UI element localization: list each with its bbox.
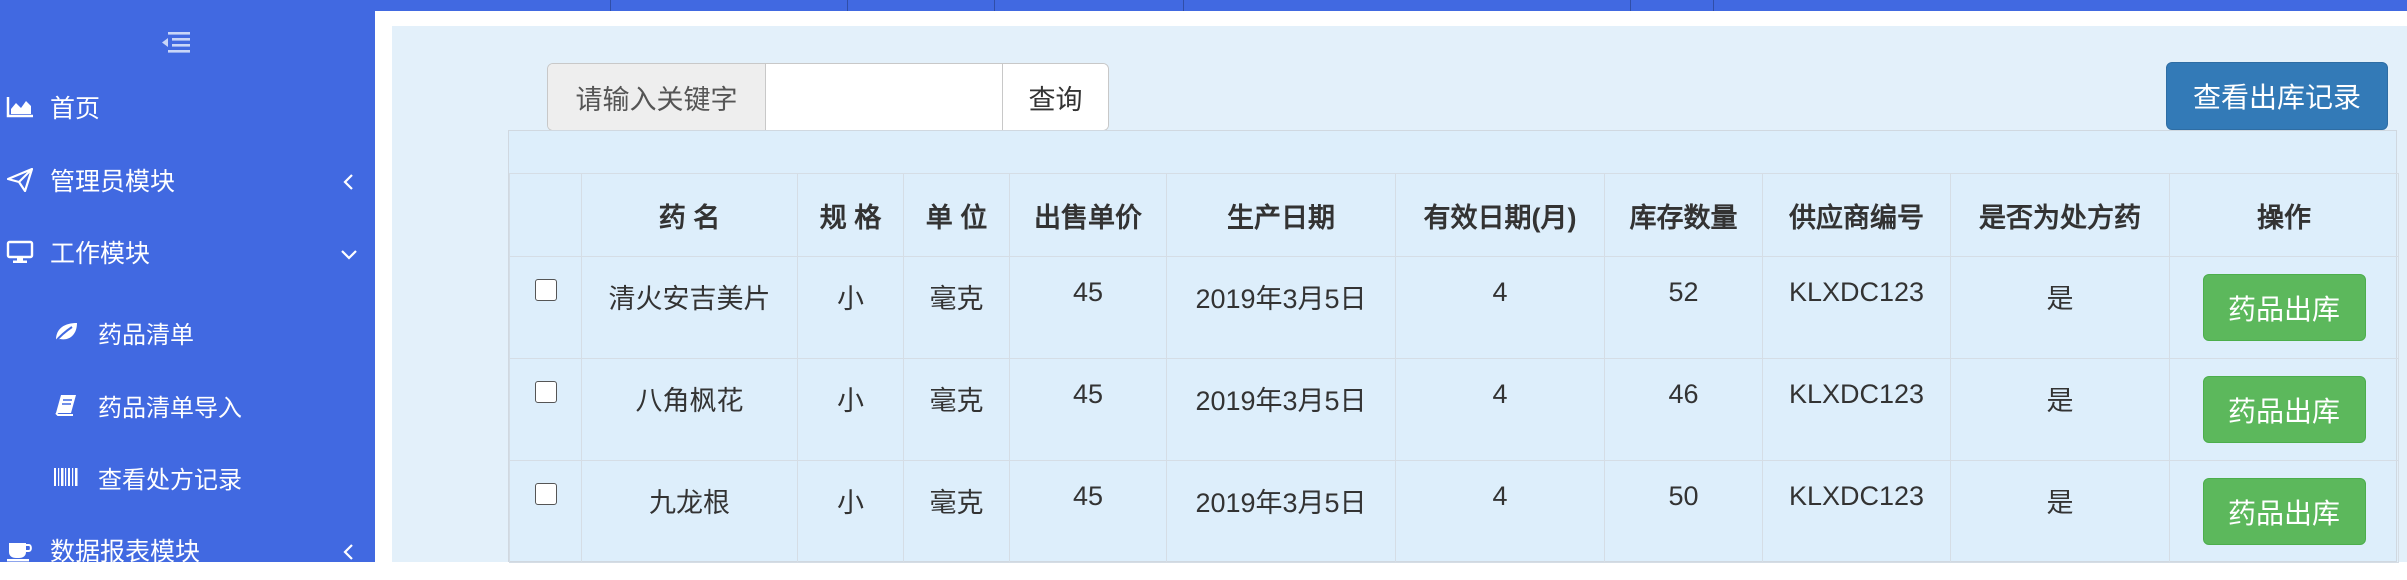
row-checkbox[interactable] — [534, 483, 557, 505]
sidebar-subitem-label: 药品清单 — [98, 321, 194, 349]
column-header: 操作 — [2169, 173, 2399, 257]
search-label: 请输入关键字 — [548, 64, 766, 130]
price-cell: 45 — [1009, 460, 1167, 563]
table-row: 九龙根 小 毫克 45 2019年3月5日 4 50 KLXDC123 是 药品… — [509, 460, 2399, 563]
drug-name-cell: 九龙根 — [581, 460, 798, 563]
view-outbound-records-button[interactable]: 查看出库记录 — [2166, 62, 2388, 130]
valid-months-cell: 4 — [1395, 256, 1605, 359]
column-header: 单 位 — [903, 173, 1010, 257]
drug-outbound-button[interactable]: 药品出库 — [2202, 478, 2366, 545]
drug-table-panel: 药 名 规 格 单 位 出售单价 生产日期 有效日期(月) 库存数量 供应商编号… — [508, 130, 2399, 563]
sidebar-item-reports[interactable]: 数据报表模块 — [0, 520, 375, 580]
column-header: 库存数量 — [1604, 173, 1763, 257]
drug-name-cell: 清火安吉美片 — [581, 256, 798, 359]
column-header: 生产日期 — [1166, 173, 1396, 257]
row-checkbox[interactable] — [534, 381, 557, 403]
column-header: 是否为处方药 — [1950, 173, 2170, 257]
price-cell: 45 — [1009, 358, 1167, 461]
prescription-cell: 是 — [1950, 256, 2170, 359]
sidebar-item-label: 数据报表模块 — [50, 538, 201, 566]
sidebar-subitem-drug-import[interactable]: 药品清单导入 — [0, 375, 375, 435]
spec-cell: 小 — [797, 460, 904, 563]
production-date-cell: 2019年3月5日 — [1166, 358, 1396, 461]
search-group: 请输入关键字 查询 — [547, 63, 1109, 131]
column-header: 药 名 — [581, 173, 798, 257]
table-row: 清火安吉美片 小 毫克 45 2019年3月5日 4 52 KLXDC123 是… — [509, 256, 2399, 359]
navbar-divider — [994, 0, 995, 11]
sidebar-subitem-prescription-records[interactable]: 查看处方记录 — [0, 447, 375, 507]
sidebar-item-admin[interactable]: 管理员模块 — [0, 150, 375, 210]
valid-months-cell: 4 — [1395, 460, 1605, 563]
chevron-left-icon — [339, 170, 359, 190]
unit-cell: 毫克 — [903, 358, 1010, 461]
stock-cell: 52 — [1604, 256, 1763, 359]
navbar-divider — [1630, 0, 1631, 11]
table-row: 八角枫花 小 毫克 45 2019年3月5日 4 46 KLXDC123 是 药… — [509, 358, 2399, 461]
coffee-icon — [4, 537, 36, 563]
book-icon — [52, 392, 80, 418]
chevron-left-icon — [339, 540, 359, 560]
sidebar-item-label: 首页 — [50, 95, 101, 123]
column-header: 有效日期(月) — [1395, 173, 1605, 257]
table-header-row: 药 名 规 格 单 位 出售单价 生产日期 有效日期(月) 库存数量 供应商编号… — [509, 173, 2399, 257]
sidebar-toggle-icon[interactable] — [160, 30, 190, 56]
leaf-icon — [52, 319, 80, 345]
supplier-cell: KLXDC123 — [1762, 460, 1951, 563]
drug-name-cell: 八角枫花 — [581, 358, 798, 461]
search-input[interactable] — [766, 64, 1002, 130]
column-header: 规 格 — [797, 173, 904, 257]
chevron-down-icon — [339, 242, 359, 262]
area-chart-icon — [4, 94, 36, 120]
navbar-divider — [1713, 0, 1714, 11]
search-button[interactable]: 查询 — [1002, 64, 1108, 130]
supplier-cell: KLXDC123 — [1762, 256, 1951, 359]
row-checkbox[interactable] — [534, 279, 557, 301]
production-date-cell: 2019年3月5日 — [1166, 256, 1396, 359]
sidebar-item-work[interactable]: 工作模块 — [0, 222, 375, 282]
drug-outbound-button[interactable]: 药品出库 — [2202, 274, 2366, 341]
spec-cell: 小 — [797, 358, 904, 461]
navbar-divider — [1183, 0, 1184, 11]
prescription-cell: 是 — [1950, 460, 2170, 563]
unit-cell: 毫克 — [903, 256, 1010, 359]
sidebar: 首页 管理员模块 工作模块 药品清单 药品清单导入 查看处方记录 数据报表模块 — [0, 0, 375, 566]
unit-cell: 毫克 — [903, 460, 1010, 563]
drug-outbound-button[interactable]: 药品出库 — [2202, 376, 2366, 443]
desktop-icon — [4, 239, 36, 265]
barcode-icon — [52, 464, 80, 490]
select-column-header — [509, 173, 582, 257]
stock-cell: 50 — [1604, 460, 1763, 563]
supplier-cell: KLXDC123 — [1762, 358, 1951, 461]
column-header: 供应商编号 — [1762, 173, 1951, 257]
top-navbar — [375, 0, 2407, 11]
sidebar-subitem-label: 查看处方记录 — [98, 466, 242, 494]
valid-months-cell: 4 — [1395, 358, 1605, 461]
production-date-cell: 2019年3月5日 — [1166, 460, 1396, 563]
navbar-divider — [847, 0, 848, 11]
stock-cell: 46 — [1604, 358, 1763, 461]
paper-plane-icon — [4, 167, 36, 193]
sidebar-item-label: 管理员模块 — [50, 168, 176, 196]
navbar-divider — [610, 0, 611, 11]
sidebar-item-home[interactable]: 首页 — [0, 77, 375, 137]
drug-table: 药 名 规 格 单 位 出售单价 生产日期 有效日期(月) 库存数量 供应商编号… — [509, 173, 2399, 563]
sidebar-subitem-label: 药品清单导入 — [98, 394, 242, 422]
main-content: 请输入关键字 查询 查看出库记录 药 名 规 格 单 位 出售单价 生产日期 有… — [392, 26, 2407, 563]
sidebar-item-label: 工作模块 — [50, 240, 151, 268]
sidebar-subitem-drug-list[interactable]: 药品清单 — [0, 302, 375, 362]
column-header: 出售单价 — [1009, 173, 1167, 257]
spec-cell: 小 — [797, 256, 904, 359]
price-cell: 45 — [1009, 256, 1167, 359]
prescription-cell: 是 — [1950, 358, 2170, 461]
